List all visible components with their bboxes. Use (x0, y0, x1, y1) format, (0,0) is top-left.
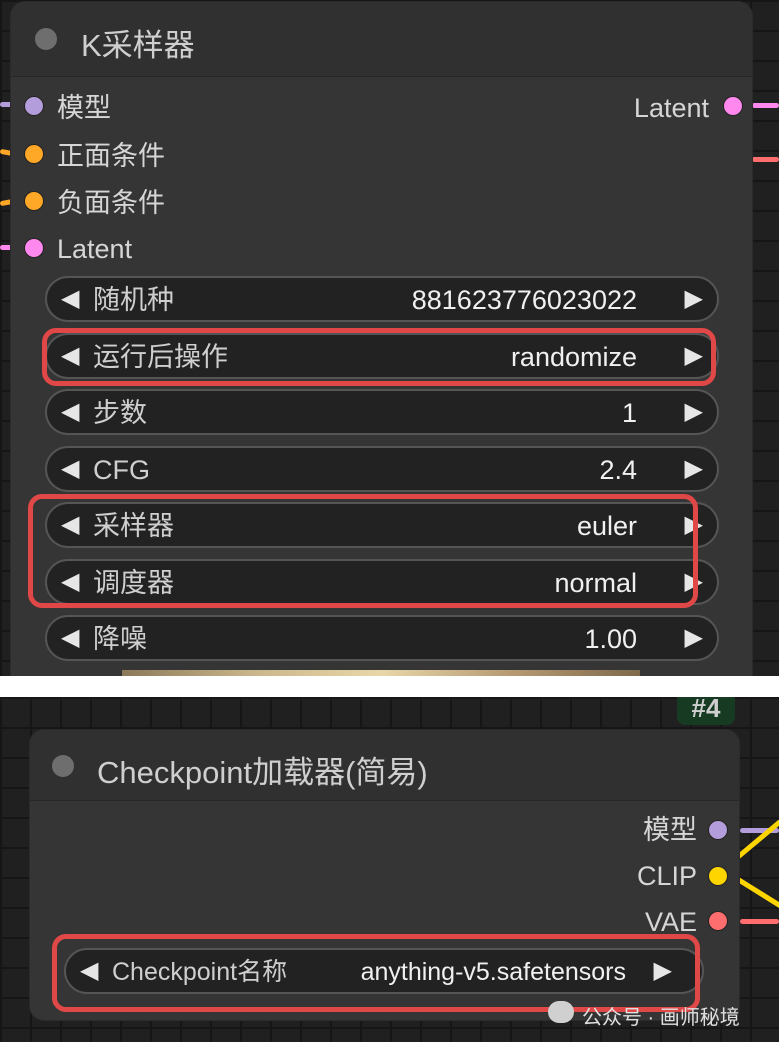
increment-arrow-icon[interactable]: ▶ (685, 455, 703, 483)
widget-label: 降噪 (93, 624, 147, 654)
increment-arrow-icon[interactable]: ▶ (654, 957, 672, 985)
widget-value: randomize (510, 342, 637, 372)
output-label-vae: VAE (644, 907, 697, 937)
widget-steps[interactable]: ◀ 步数 1 ▶ (45, 389, 719, 435)
increment-arrow-icon[interactable]: ▶ (685, 285, 703, 313)
widget-label: 运行后操作 (93, 342, 228, 372)
decrement-arrow-icon[interactable]: ◀ (61, 511, 79, 539)
checkpoint-loader-node[interactable]: Checkpoint加载器(简易) 模型 CLIP VAE ◀ Checkpoi… (30, 730, 739, 1020)
widget-scheduler[interactable]: ◀ 调度器 normal ▶ (45, 559, 719, 605)
widget-value: normal (554, 568, 637, 598)
preview-image-strip (122, 670, 640, 676)
widget-label: Checkpoint名称 (112, 958, 288, 986)
widget-sampler[interactable]: ◀ 采样器 euler ▶ (45, 502, 719, 548)
input-label-positive: 正面条件 (57, 141, 165, 171)
output-slot-vae[interactable] (709, 912, 727, 930)
decrement-arrow-icon[interactable]: ◀ (61, 398, 79, 426)
wire-clip-out-down (733, 875, 779, 912)
increment-arrow-icon[interactable]: ▶ (685, 398, 703, 426)
decrement-arrow-icon[interactable]: ◀ (61, 285, 79, 313)
input-slot-negative[interactable] (25, 192, 43, 210)
output-label-clip: CLIP (636, 861, 697, 891)
widget-value: 1 (621, 398, 637, 428)
widget-label: CFG (93, 455, 150, 485)
widget-value: 2.4 (599, 455, 637, 485)
output-label-model: 模型 (643, 815, 697, 845)
ksampler-node[interactable]: K采样器 模型 正面条件 负面条件 Latent Latent ◀ 随机种 88… (11, 2, 752, 676)
output-label-latent: Latent (633, 93, 709, 123)
increment-arrow-icon[interactable]: ▶ (685, 342, 703, 370)
input-slot-latent[interactable] (25, 239, 43, 257)
input-slot-model[interactable] (25, 97, 43, 115)
node-title: Checkpoint加载器(简易) (97, 755, 428, 790)
wire-red-out (752, 157, 779, 162)
input-label-model: 模型 (57, 93, 111, 123)
input-label-latent: Latent (57, 234, 133, 264)
widget-cfg[interactable]: ◀ CFG 2.4 ▶ (45, 446, 719, 492)
wire-latent-out (752, 103, 779, 108)
wire-clip-out-up (733, 819, 779, 862)
widget-label: 调度器 (93, 568, 174, 598)
checkpoint-loader-header[interactable]: Checkpoint加载器(简易) (30, 730, 739, 801)
widget-value: euler (576, 511, 637, 541)
increment-arrow-icon[interactable]: ▶ (685, 511, 703, 539)
widget-label: 随机种 (93, 285, 174, 315)
increment-arrow-icon[interactable]: ▶ (685, 624, 703, 652)
widget-seed[interactable]: ◀ 随机种 881623776023022 ▶ (45, 276, 719, 322)
ksampler-header[interactable]: K采样器 (11, 2, 752, 77)
decrement-arrow-icon[interactable]: ◀ (61, 342, 79, 370)
wire-vae-out (740, 919, 779, 924)
collapse-dot-icon[interactable] (52, 755, 74, 777)
widget-label: 采样器 (93, 511, 174, 541)
wechat-logo-icon (548, 1001, 574, 1023)
node-title: K采样器 (81, 28, 195, 63)
increment-arrow-icon[interactable]: ▶ (685, 568, 703, 596)
node-id-badge: #4 (677, 697, 735, 725)
widget-label: 步数 (93, 398, 147, 428)
decrement-arrow-icon[interactable]: ◀ (61, 624, 79, 652)
widget-value: 881623776023022 (411, 285, 637, 315)
widget-control-after-generate[interactable]: ◀ 运行后操作 randomize ▶ (45, 333, 719, 379)
checkpoint-panel: #4 Checkpoint加载器(简易) 模型 CLIP VAE ◀ Check… (0, 697, 779, 1042)
input-label-negative: 负面条件 (57, 188, 165, 218)
output-slot-clip[interactable] (709, 867, 727, 885)
output-slot-latent[interactable] (724, 97, 742, 115)
widget-denoise[interactable]: ◀ 降噪 1.00 ▶ (45, 615, 719, 661)
decrement-arrow-icon[interactable]: ◀ (61, 568, 79, 596)
decrement-arrow-icon[interactable]: ◀ (80, 957, 98, 985)
output-slot-model[interactable] (709, 821, 727, 839)
widget-value: 1.00 (584, 624, 637, 654)
watermark-text: 公众号 · 画师秘境 (582, 1007, 740, 1029)
widget-checkpoint-name[interactable]: ◀ Checkpoint名称 anything-v5.safetensors ▶ (64, 948, 704, 994)
decrement-arrow-icon[interactable]: ◀ (61, 455, 79, 483)
collapse-dot-icon[interactable] (35, 28, 57, 50)
input-slot-positive[interactable] (25, 145, 43, 163)
widget-value: anything-v5.safetensors (360, 958, 626, 986)
ksampler-panel: K采样器 模型 正面条件 负面条件 Latent Latent ◀ 随机种 88… (0, 0, 779, 676)
